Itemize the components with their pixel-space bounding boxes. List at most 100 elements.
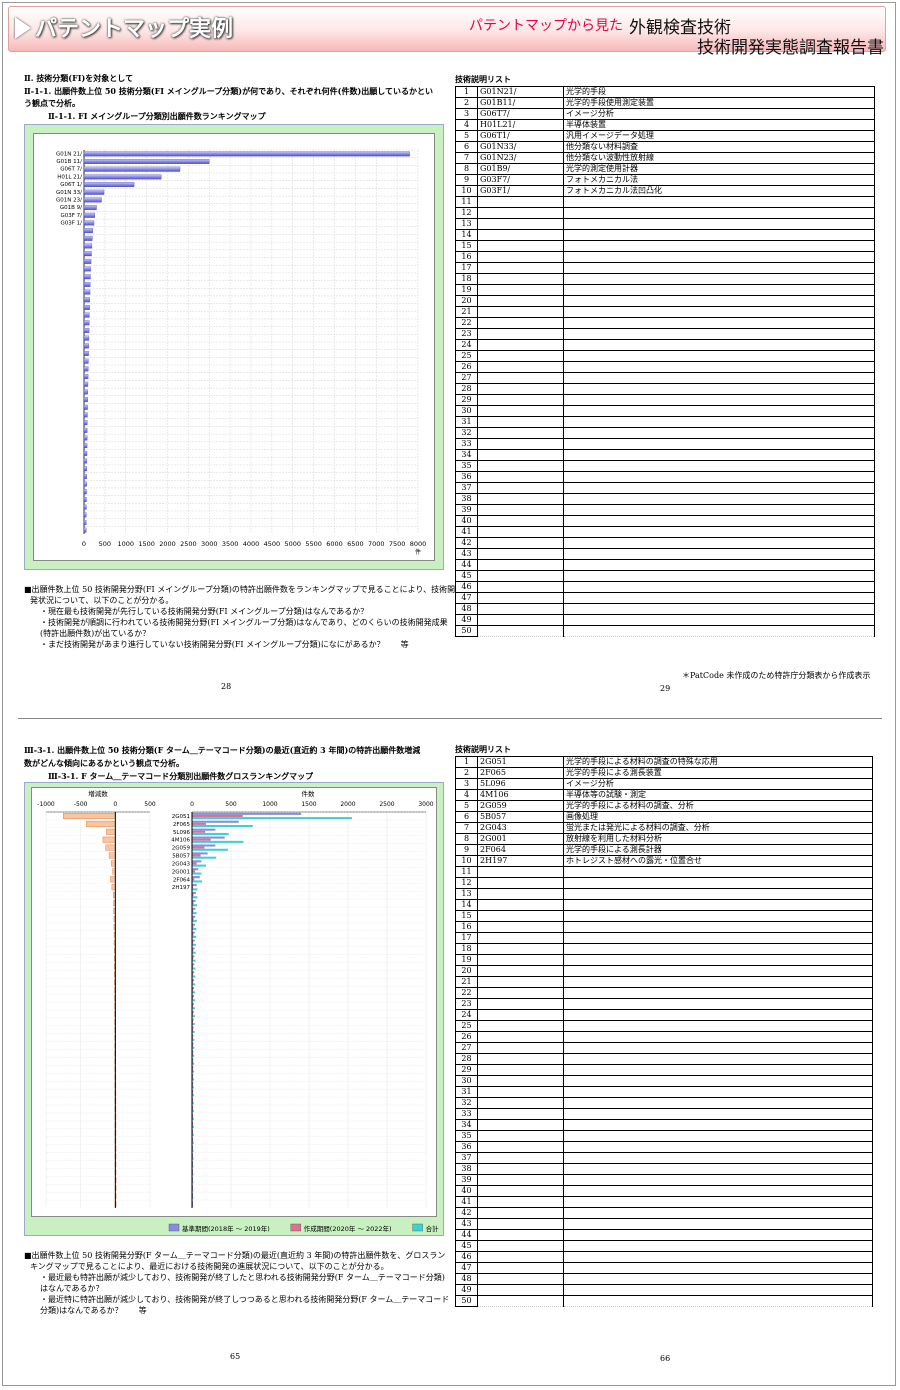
table-row: 41 [455, 1196, 873, 1208]
row-number: 46 [455, 1251, 478, 1263]
row-number: 17 [455, 262, 478, 274]
table1: 1 G01N21/光学的手段 2 G01B11/光学的手段使用測定装置 3 G06T7/イ… [455, 86, 875, 637]
row-number: 22 [455, 317, 478, 329]
classification-description [563, 207, 875, 219]
classification-code [477, 954, 564, 966]
classification-code [477, 471, 564, 483]
classification-code [477, 218, 564, 230]
classification-description [563, 592, 875, 604]
classification-description [563, 1262, 873, 1274]
row-number: 3 [455, 778, 478, 790]
chart1-bar [83, 520, 87, 525]
chart1-category-label: G06T 7/ [60, 167, 82, 173]
table-row: 39 [455, 1174, 873, 1186]
table-row: 7 2G043 蛍光または発光による材料の調査、分析 [455, 822, 873, 834]
classification-description [563, 1251, 873, 1263]
row-number: 34 [455, 1119, 478, 1131]
row-number: 43 [455, 548, 478, 560]
row-number: 23 [455, 328, 478, 340]
row-number: 22 [455, 987, 478, 999]
classification-code [477, 394, 564, 406]
classification-description [563, 866, 873, 878]
table-row: 1 G01N21/光学的手段 [455, 86, 875, 98]
classification-description [563, 1119, 873, 1131]
chart2-right-bar [192, 912, 197, 915]
classification-description [563, 339, 875, 351]
classification-code: 5B057 [477, 811, 564, 823]
chart2-right-bar [192, 899, 196, 902]
table-row: 24 [455, 1009, 873, 1021]
table-row: 37 [455, 482, 875, 494]
table-row: 3 5L096 イメージ分析 [455, 778, 873, 790]
classification-description [563, 196, 875, 208]
classification-description [563, 515, 875, 527]
chart1-bar [83, 266, 91, 272]
classification-code: G01N21/ [477, 86, 564, 98]
classification-code: 2H197 [477, 855, 564, 867]
table-row: 44 [455, 559, 875, 571]
classification-code [477, 559, 564, 571]
classification-code [477, 1108, 564, 1120]
chart1-category-label: G03F 1/ [60, 220, 82, 226]
classification-code: 2F065 [477, 767, 564, 779]
chart1-bar [83, 151, 410, 157]
chart1-tick-label: 0 [82, 540, 86, 548]
row-number: 31 [455, 1086, 478, 1098]
page2-number-right: 66 [660, 1354, 671, 1363]
chart2-right-bar [192, 846, 205, 849]
chart2-title: Ⅲ-3-1. F ターム＿テーマコード分類別出願件数グロスランキングマップ [48, 771, 314, 781]
chart2-right-bar [192, 927, 197, 931]
classification-code [477, 1284, 564, 1296]
chart1-tick-label: 7000 [368, 540, 385, 548]
classification-description [563, 1108, 873, 1120]
table-row: 38 [455, 493, 875, 505]
classification-code [477, 1141, 564, 1153]
row-number: 46 [455, 581, 478, 593]
row-number: 4 [455, 119, 478, 131]
classification-code [477, 1130, 564, 1142]
row-number: 10 [455, 855, 478, 867]
row-number: 18 [455, 943, 478, 955]
classification-code [477, 515, 564, 527]
table-row: 38 [455, 1163, 873, 1175]
row-number: 14 [455, 899, 478, 911]
row-number: 37 [455, 482, 478, 494]
classification-description [563, 537, 875, 549]
row-number: 1 [455, 756, 478, 768]
classification-code [477, 1251, 564, 1263]
classification-description [563, 548, 875, 560]
row-number: 40 [455, 1185, 478, 1197]
table-footnote: ＊PatCode 未作成のため特許庁分類表から作成表示 [682, 671, 871, 680]
table-row: 31 [455, 1086, 873, 1098]
classification-code [477, 427, 564, 439]
row-number: 25 [455, 1020, 478, 1032]
classification-code [477, 526, 564, 538]
chart2-right-bar [192, 838, 211, 841]
classification-description [563, 482, 875, 494]
chart1-category-label: G01N 21/ [56, 151, 82, 157]
classification-description [563, 581, 875, 593]
classification-description [563, 273, 875, 285]
row-number: 49 [455, 614, 478, 626]
row-number: 19 [455, 954, 478, 966]
chart2-right-bar [192, 888, 198, 891]
row-number: 5 [455, 130, 478, 142]
chart1-bar [83, 304, 90, 310]
classification-description [563, 1086, 873, 1098]
chart2-category-label: 2G001 [172, 869, 190, 875]
classification-description: 汎用イメージデータ処理 [563, 130, 875, 142]
page-number-left: 28 [221, 682, 232, 691]
chart1-bar [83, 427, 88, 433]
table-row: 49 [455, 1284, 873, 1296]
chart2-left-bar [105, 844, 116, 851]
classification-description [563, 1075, 873, 1087]
classification-code [477, 866, 564, 878]
chart1-bar [83, 420, 88, 426]
row-number: 41 [455, 1196, 478, 1208]
classification-description [563, 229, 875, 241]
chart1-category-label: G01N 33/ [56, 190, 82, 196]
chart1-bar [83, 404, 88, 410]
classification-code [477, 295, 564, 307]
row-number: 2 [455, 97, 478, 109]
chart2-right-tick-label: 1500 [301, 801, 316, 808]
